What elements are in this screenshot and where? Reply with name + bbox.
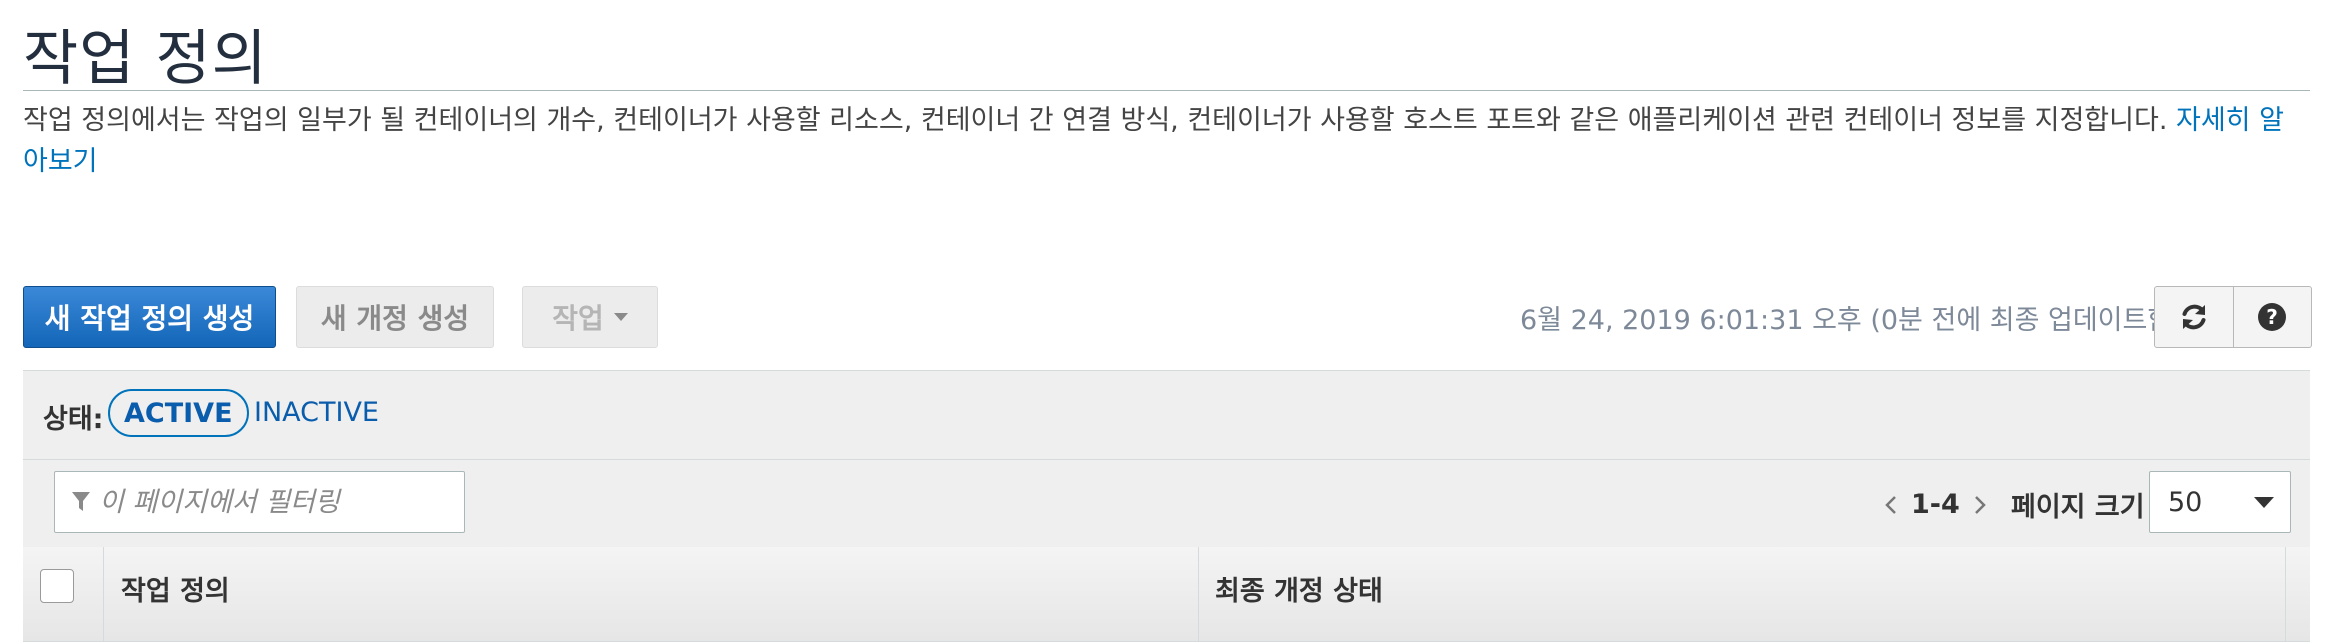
filter-icon xyxy=(72,492,90,511)
column-separator xyxy=(103,547,104,641)
toolbar-icon-group: ? xyxy=(2154,286,2312,348)
status-label: 상태: xyxy=(43,404,104,435)
caret-down-icon xyxy=(2254,496,2274,508)
status-inactive-toggle[interactable]: INACTIVE xyxy=(254,397,379,428)
status-active-toggle[interactable]: ACTIVE xyxy=(108,389,249,437)
svg-text:?: ? xyxy=(2266,305,2278,329)
page-size-label: 페이지 크기 xyxy=(2011,492,2145,523)
column-separator xyxy=(1198,547,1199,641)
create-new-revision-button[interactable]: 새 개정 생성 xyxy=(296,286,494,348)
page-description: 작업 정의에서는 작업의 일부가 될 컨테이너의 개수, 컨테이너가 사용할 리… xyxy=(23,100,2293,182)
select-all-checkbox[interactable] xyxy=(40,569,74,603)
chevron-left-icon[interactable] xyxy=(1883,493,1899,517)
actions-dropdown-button[interactable]: 작업 xyxy=(522,286,658,348)
refresh-icon xyxy=(2182,304,2206,330)
page-size-select[interactable]: 50 xyxy=(2149,471,2291,533)
filter-input[interactable] xyxy=(97,485,461,519)
pagination: 1-4 xyxy=(1883,489,1988,520)
task-definitions-panel: 상태: ACTIVE INACTIVE 1-4 페이지 크기 50 xyxy=(23,370,2310,642)
filter-row: 1-4 페이지 크기 50 xyxy=(23,459,2310,548)
status-filter-row: 상태: ACTIVE INACTIVE xyxy=(23,371,2310,460)
page-size-value: 50 xyxy=(2168,486,2203,518)
table-header-row: 작업 정의 최종 개정 상태 xyxy=(23,547,2310,642)
create-task-definition-button[interactable]: 새 작업 정의 생성 xyxy=(23,286,276,348)
refresh-button[interactable] xyxy=(2154,286,2234,348)
title-divider xyxy=(23,90,2310,91)
last-updated-text: 6월 24, 2019 6:01:31 오후 (0분 전에 최종 업데이트함 xyxy=(1520,305,2173,336)
description-text: 작업 정의에서는 작업의 일부가 될 컨테이너의 개수, 컨테이너가 사용할 리… xyxy=(23,105,2168,136)
caret-down-icon xyxy=(613,313,628,321)
column-header-task-definition[interactable]: 작업 정의 xyxy=(121,569,230,608)
filter-box xyxy=(54,471,465,533)
page-title: 작업 정의 xyxy=(23,24,268,94)
actions-label: 작업 xyxy=(552,302,604,335)
column-header-latest-revision-status[interactable]: 최종 개정 상태 xyxy=(1215,569,1383,608)
help-button[interactable]: ? xyxy=(2233,286,2312,348)
chevron-right-icon[interactable] xyxy=(1972,493,1988,517)
page-range: 1-4 xyxy=(1911,489,1960,520)
help-icon: ? xyxy=(2258,303,2287,331)
column-separator xyxy=(2285,547,2286,641)
